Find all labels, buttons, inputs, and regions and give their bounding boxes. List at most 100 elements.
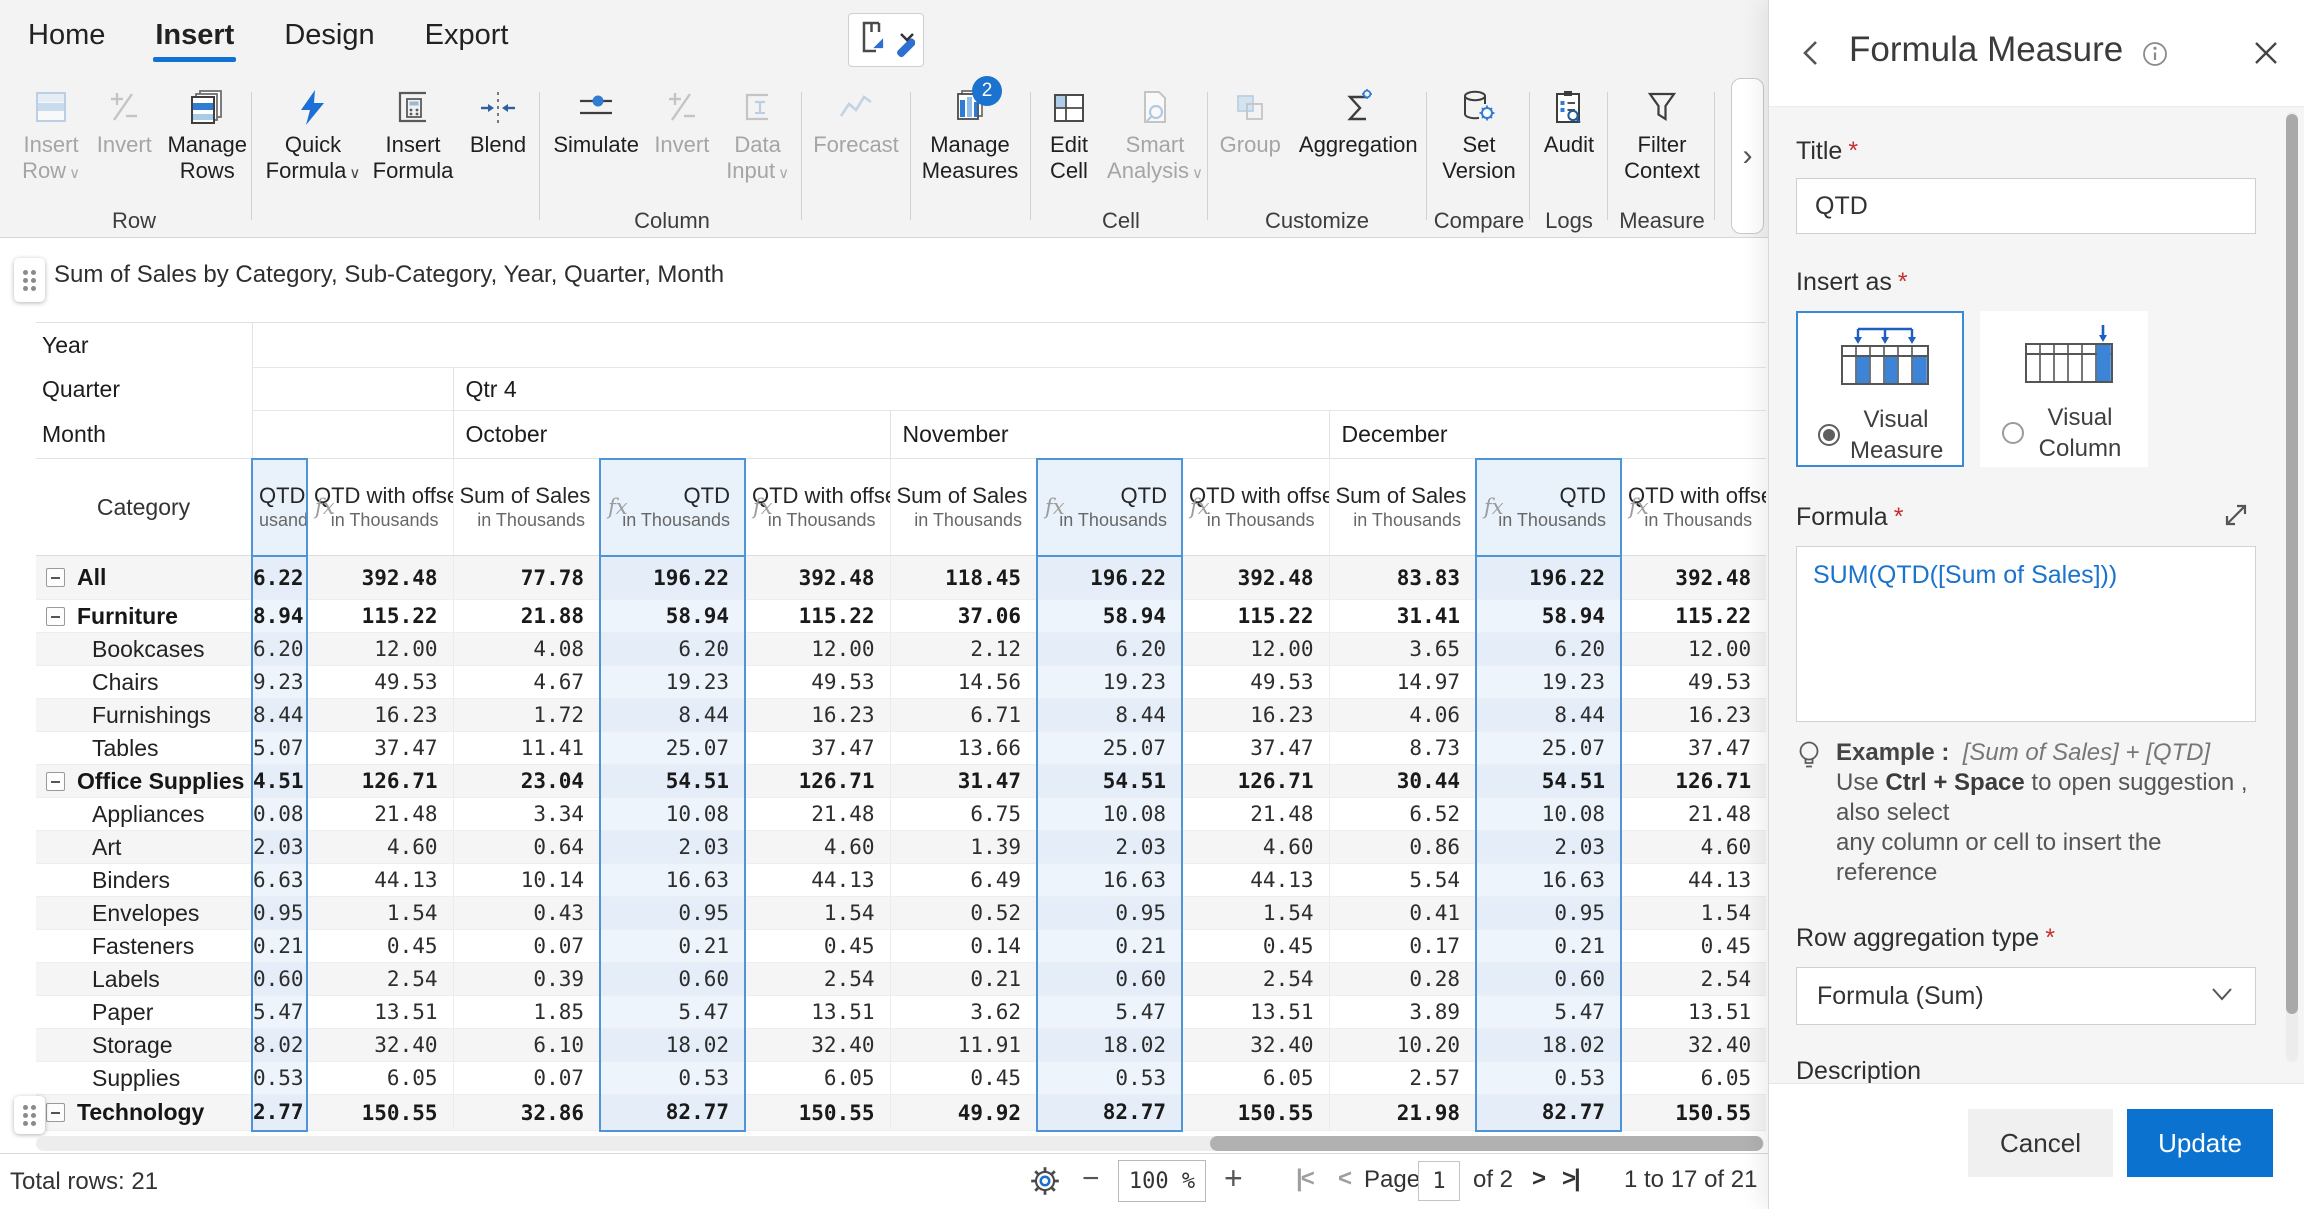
row-aggregation-select[interactable]: Formula (Sum) bbox=[1796, 967, 2256, 1025]
value-cell[interactable]: 6.71 bbox=[890, 699, 1037, 732]
value-cell[interactable]: 16.23 bbox=[1182, 699, 1329, 732]
collapse-icon[interactable] bbox=[46, 607, 65, 626]
column-header-sum[interactable]: Sum of Salesin Thousands bbox=[1329, 459, 1476, 556]
value-cell[interactable]: 21.48 bbox=[745, 798, 890, 831]
value-cell[interactable]: 54.51 bbox=[1037, 765, 1182, 798]
value-cell[interactable]: 12.00 bbox=[745, 633, 890, 666]
insert-row-button[interactable]: Insert Row∨ bbox=[16, 84, 86, 187]
value-cell[interactable]: 37.47 bbox=[745, 732, 890, 765]
value-cell[interactable]: 0.53 bbox=[1476, 1062, 1621, 1095]
value-cell[interactable]: 14.97 bbox=[1329, 666, 1476, 699]
value-cell[interactable]: 0.07 bbox=[453, 930, 600, 963]
table-row[interactable]: Envelopes0.951.540.430.951.540.520.951.5… bbox=[36, 897, 1766, 930]
value-cell[interactable]: 16.23 bbox=[307, 699, 453, 732]
invert-button[interactable]: Invert bbox=[92, 84, 156, 158]
audit-button[interactable]: Audit bbox=[1537, 84, 1601, 158]
table-row[interactable]: Appliances0.0821.483.3410.0821.486.7510.… bbox=[36, 798, 1766, 831]
value-cell[interactable]: 16.63 bbox=[600, 864, 745, 897]
edit-cell-button[interactable]: Edit Cell bbox=[1038, 84, 1100, 184]
value-cell[interactable]: 150.55 bbox=[745, 1095, 890, 1131]
value-cell[interactable]: 0.60 bbox=[1037, 963, 1182, 996]
value-cell[interactable]: 4.06 bbox=[1329, 699, 1476, 732]
value-cell[interactable]: 37.47 bbox=[1182, 732, 1329, 765]
value-cell[interactable]: 37.47 bbox=[307, 732, 453, 765]
report-drag-handle[interactable] bbox=[14, 258, 45, 302]
insert-formula-button[interactable]: Insert Formula bbox=[369, 84, 457, 184]
column-header-qtd[interactable]: fxQTDin Thousands bbox=[600, 459, 745, 556]
value-cell[interactable]: 6.10 bbox=[453, 1029, 600, 1062]
radio-icon[interactable] bbox=[1818, 424, 1840, 446]
value-cell[interactable]: 1.54 bbox=[1621, 897, 1766, 930]
value-cell[interactable]: 6.05 bbox=[1621, 1062, 1766, 1095]
value-cell[interactable]: 0.21 bbox=[1037, 930, 1182, 963]
value-cell[interactable]: 4.60 bbox=[307, 831, 453, 864]
value-cell[interactable]: 6.49 bbox=[890, 864, 1037, 897]
table-row[interactable]: Office Supplies4.51126.7123.0454.51126.7… bbox=[36, 765, 1766, 798]
forecast-button[interactable]: Forecast bbox=[808, 84, 904, 158]
manage-measures-button[interactable]: 2Manage Measures bbox=[918, 84, 1022, 184]
value-cell[interactable]: 44.13 bbox=[307, 864, 453, 897]
value-cell[interactable]: 49.92 bbox=[890, 1095, 1037, 1131]
ribbon-expand-button[interactable]: › bbox=[1731, 78, 1764, 234]
value-cell[interactable]: 21.88 bbox=[453, 600, 600, 633]
value-cell[interactable]: 4.67 bbox=[453, 666, 600, 699]
smart-analysis-button[interactable]: Smart Analysis∨ bbox=[1106, 84, 1204, 187]
axis-label-quarter[interactable]: Quarter bbox=[36, 368, 252, 411]
value-cell[interactable]: 4.60 bbox=[1182, 831, 1329, 864]
value-cell[interactable]: 0.41 bbox=[1329, 897, 1476, 930]
value-cell[interactable]: 126.71 bbox=[307, 765, 453, 798]
column-header-offset[interactable]: fxQTD with offsetin Thousands bbox=[1621, 459, 1766, 556]
radio-icon[interactable] bbox=[2002, 422, 2024, 444]
value-cell[interactable]: 21.98 bbox=[1329, 1095, 1476, 1131]
value-cell[interactable]: 0.95 bbox=[1037, 897, 1182, 930]
value-cell[interactable]: 37.06 bbox=[890, 600, 1037, 633]
column-header-offset[interactable]: fxQTD with offsetin Thousands bbox=[1182, 459, 1329, 556]
value-cell[interactable]: 2.03 bbox=[1037, 831, 1182, 864]
value-cell[interactable]: 12.00 bbox=[307, 633, 453, 666]
value-cell[interactable]: 9.23 bbox=[252, 666, 307, 699]
horizontal-scrollbar[interactable] bbox=[36, 1136, 1764, 1151]
value-cell[interactable]: 8.44 bbox=[600, 699, 745, 732]
value-cell[interactable]: 23.04 bbox=[453, 765, 600, 798]
value-cell[interactable]: 115.22 bbox=[307, 600, 453, 633]
value-cell[interactable]: 0.60 bbox=[600, 963, 745, 996]
value-cell[interactable]: 0.86 bbox=[1329, 831, 1476, 864]
value-cell[interactable]: 19.23 bbox=[1476, 666, 1621, 699]
value-cell[interactable]: 2.77 bbox=[252, 1095, 307, 1131]
value-cell[interactable]: 3.89 bbox=[1329, 996, 1476, 1029]
value-cell[interactable]: 16.23 bbox=[1621, 699, 1766, 732]
value-cell[interactable]: 12.00 bbox=[1621, 633, 1766, 666]
value-cell[interactable]: 0.39 bbox=[453, 963, 600, 996]
value-cell[interactable]: 3.65 bbox=[1329, 633, 1476, 666]
value-cell[interactable]: 0.07 bbox=[453, 1062, 600, 1095]
quick-formula-button[interactable]: Quick Formula∨ bbox=[263, 84, 363, 187]
value-cell[interactable]: 118.45 bbox=[890, 556, 1037, 600]
value-cell[interactable]: 2.03 bbox=[1476, 831, 1621, 864]
axis-label-month[interactable]: Month bbox=[36, 411, 252, 459]
value-cell[interactable]: 6.22 bbox=[252, 556, 307, 600]
value-cell[interactable]: 150.55 bbox=[1182, 1095, 1329, 1131]
value-cell[interactable]: 32.86 bbox=[453, 1095, 600, 1131]
first-page-button[interactable]: |< bbox=[1296, 1165, 1313, 1193]
value-cell[interactable]: 4.51 bbox=[252, 765, 307, 798]
value-cell[interactable]: 1.54 bbox=[1182, 897, 1329, 930]
value-cell[interactable]: 0.43 bbox=[453, 897, 600, 930]
value-cell[interactable]: 5.54 bbox=[1329, 864, 1476, 897]
value-cell[interactable]: 0.21 bbox=[1476, 930, 1621, 963]
value-cell[interactable]: 83.83 bbox=[1329, 556, 1476, 600]
value-cell[interactable]: 54.51 bbox=[1476, 765, 1621, 798]
value-cell[interactable]: 10.08 bbox=[1037, 798, 1182, 831]
value-cell[interactable]: 115.22 bbox=[1621, 600, 1766, 633]
table-row[interactable]: Labels0.602.540.390.602.540.210.602.540.… bbox=[36, 963, 1766, 996]
value-cell[interactable]: 44.13 bbox=[745, 864, 890, 897]
formula-editor[interactable]: SUM(QTD([Sum of Sales])) bbox=[1796, 546, 2256, 722]
table-row[interactable]: Fasteners0.210.450.070.210.450.140.210.4… bbox=[36, 930, 1766, 963]
value-cell[interactable]: 0.45 bbox=[1182, 930, 1329, 963]
value-cell[interactable]: 12.00 bbox=[1182, 633, 1329, 666]
value-cell[interactable]: 2.03 bbox=[600, 831, 745, 864]
aggregation-button[interactable]: Aggregation bbox=[1295, 84, 1423, 158]
value-cell[interactable]: 115.22 bbox=[1182, 600, 1329, 633]
collapse-icon[interactable] bbox=[46, 1103, 65, 1122]
value-cell[interactable]: 6.20 bbox=[1476, 633, 1621, 666]
table-row[interactable]: Chairs9.2349.534.6719.2349.5314.5619.234… bbox=[36, 666, 1766, 699]
